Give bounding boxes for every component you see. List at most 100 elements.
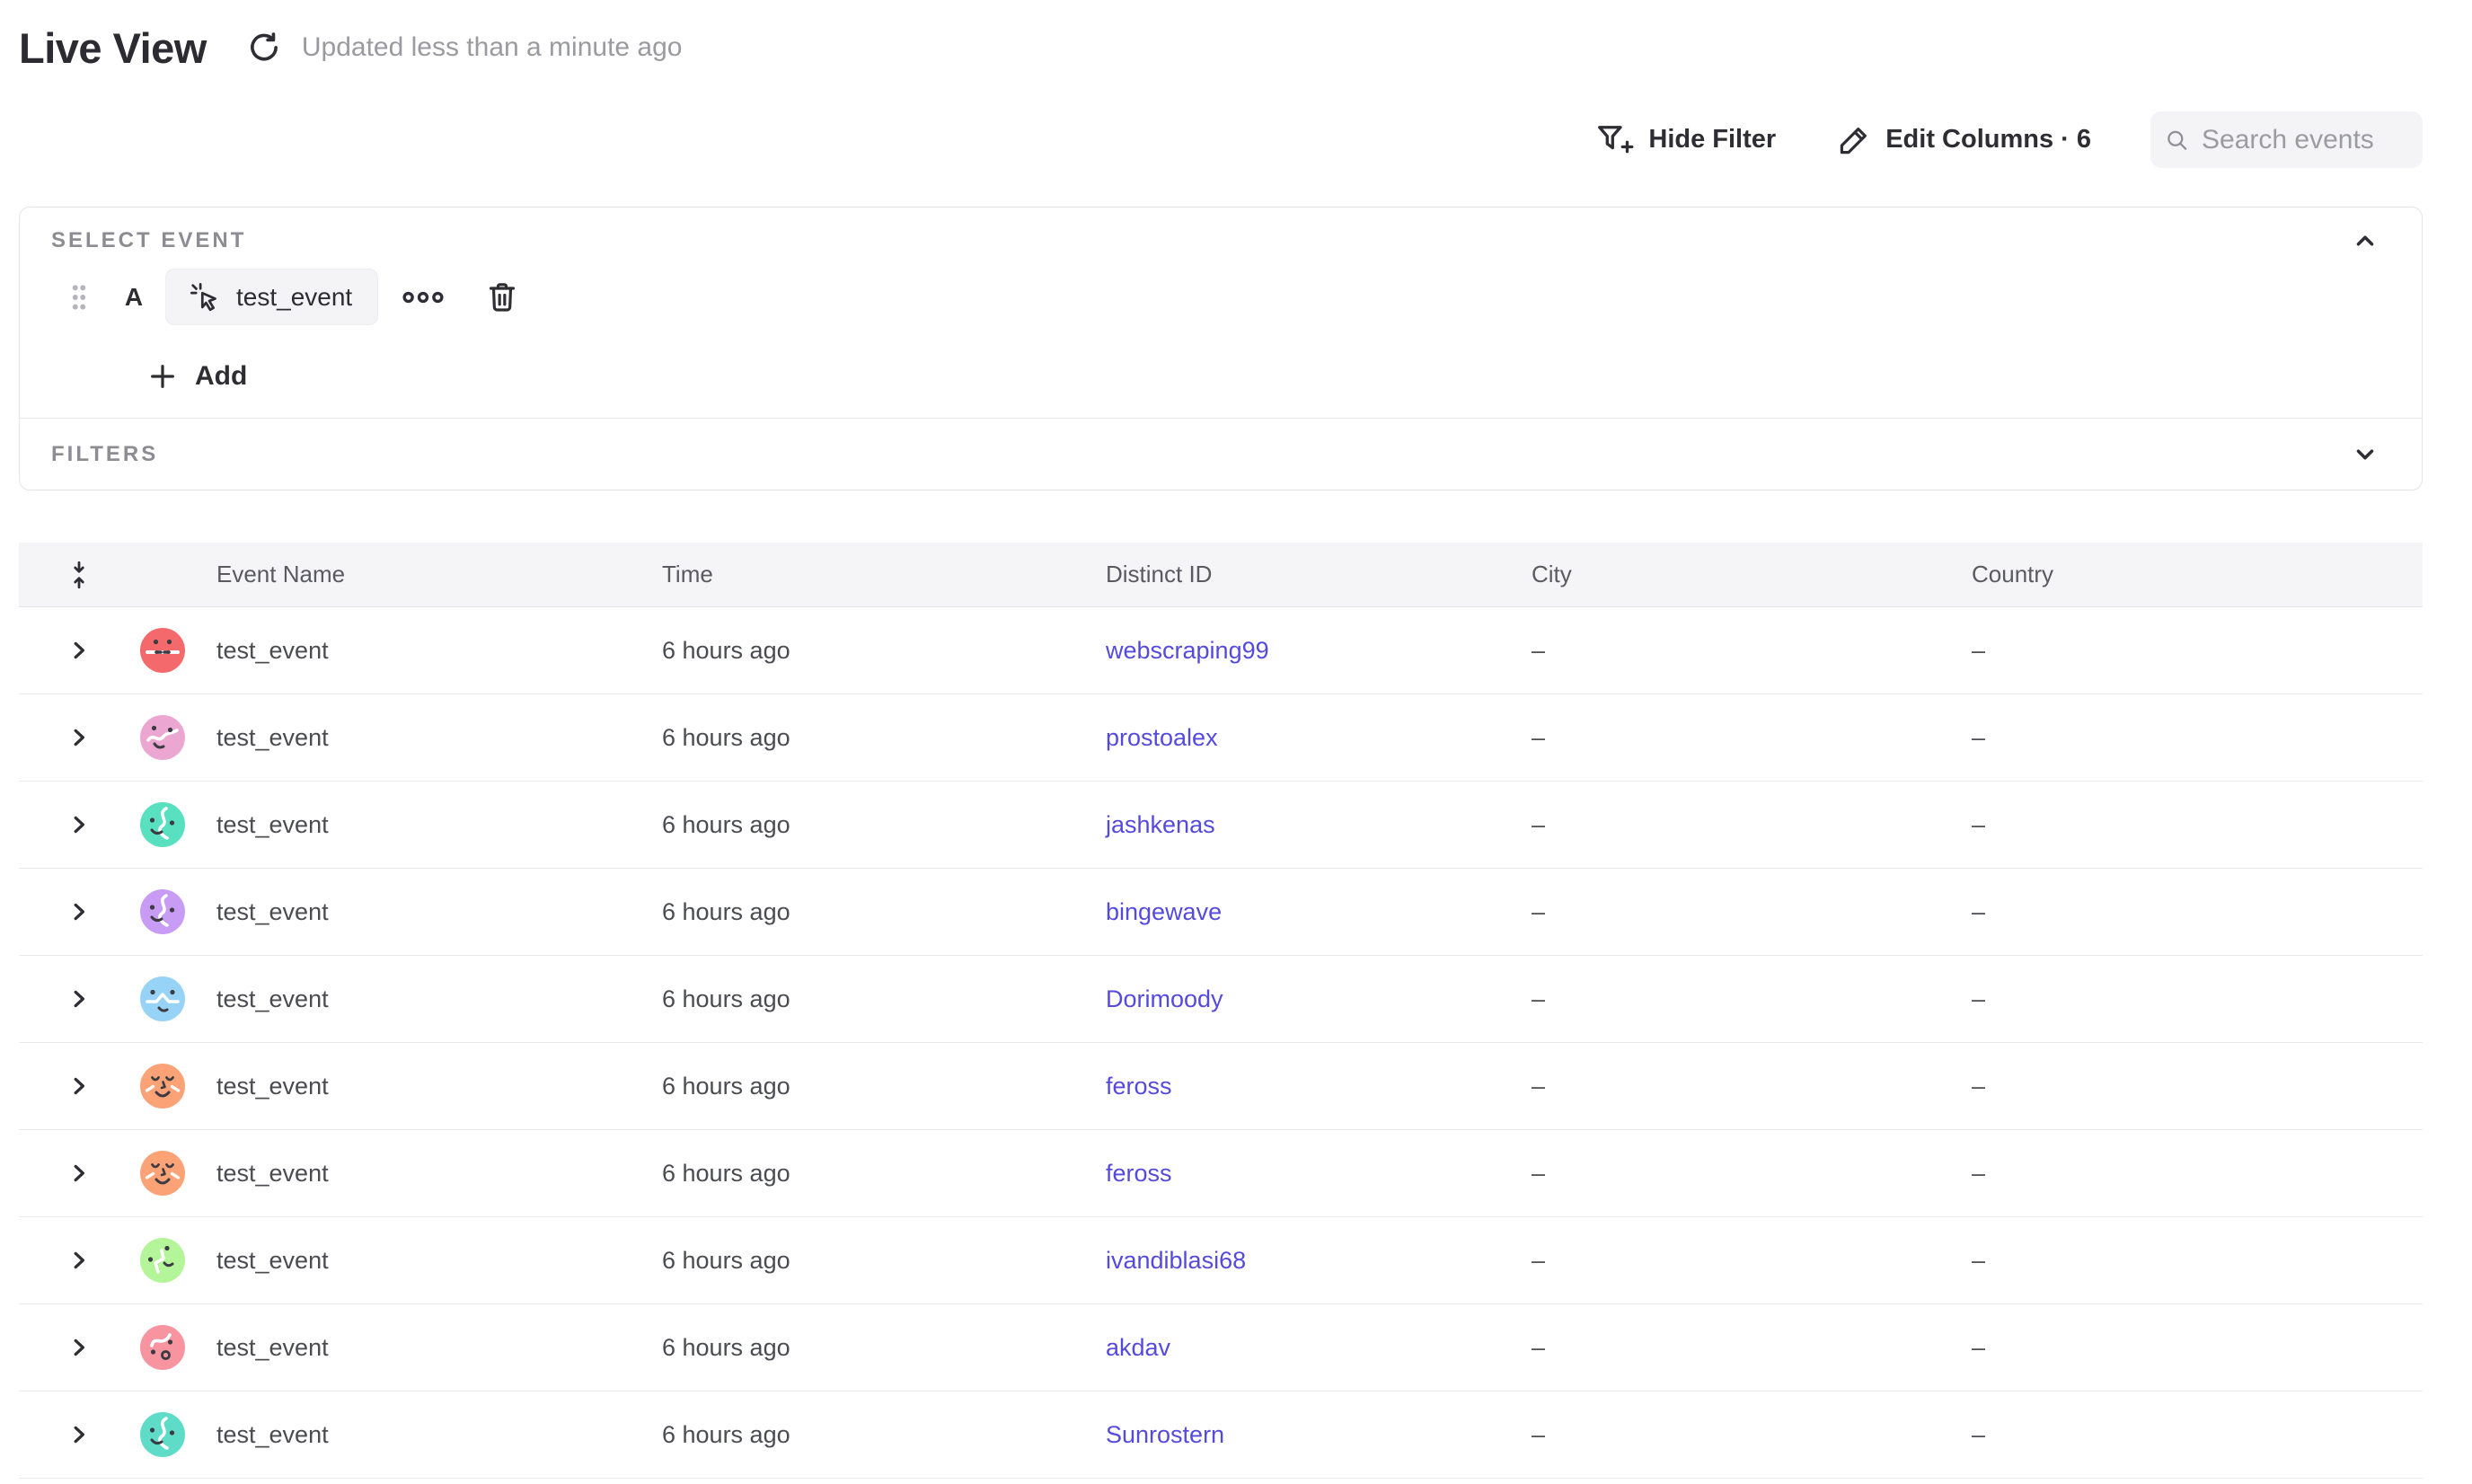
refresh-button[interactable] [244,28,284,67]
cell-time: 6 hours ago [662,811,1106,839]
table-row[interactable]: test_event 6 hours ago Dorimoody – – [19,956,2423,1043]
delete-event-button[interactable] [484,279,520,315]
collapse-section-button[interactable] [2352,227,2379,254]
chevron-right-icon [67,813,91,836]
chevron-right-icon [67,1249,91,1272]
chevron-right-icon [67,1074,91,1098]
col-city: City [1532,561,1972,588]
distinct-id-link[interactable]: prostoalex [1106,724,1218,751]
expand-row-button[interactable] [67,1074,91,1098]
cell-city: – [1532,1073,1972,1100]
table-row[interactable]: test_event 6 hours ago feross – – [19,1130,2423,1217]
search-input[interactable] [2202,125,2408,155]
more-dots-icon [402,290,445,305]
expand-row-button[interactable] [67,813,91,836]
add-event-button[interactable]: Add [148,361,247,392]
chevron-right-icon [67,900,91,923]
distinct-id-link[interactable]: feross [1106,1073,1172,1100]
cell-country: – [1972,1073,2423,1100]
page-title: Live View [19,23,207,73]
expand-row-button[interactable] [67,987,91,1011]
drag-handle[interactable] [68,282,90,313]
expand-filters-button[interactable] [2352,441,2379,468]
cell-time: 6 hours ago [662,1160,1106,1188]
cell-city: – [1532,1334,1972,1362]
search-box[interactable] [2150,111,2423,168]
cell-country: – [1972,1160,2423,1188]
expand-row-button[interactable] [67,1336,91,1359]
collapse-all-cell[interactable] [19,560,118,590]
expand-row-button[interactable] [67,900,91,923]
col-event-name: Event Name [216,561,662,588]
expand-row-button[interactable] [67,639,91,662]
edit-columns-label: Edit Columns · 6 [1885,125,2091,155]
table-row[interactable]: test_event 6 hours ago jashkenas – – [19,782,2423,869]
hide-filter-label: Hide Filter [1648,125,1776,155]
avatar-face-icon [140,1325,185,1370]
expand-row-button[interactable] [67,1423,91,1446]
avatar [140,889,185,934]
event-chip[interactable]: test_event [165,269,378,325]
event-more-button[interactable] [402,290,445,305]
pencil-icon [1837,123,1871,157]
avatar [140,1151,185,1196]
distinct-id-link[interactable]: ivandiblasi68 [1106,1247,1246,1274]
title-row: Live View Updated less than a minute ago [19,20,2423,75]
avatar-face-icon [140,1412,185,1457]
cell-event-name: test_event [216,898,662,926]
chevron-right-icon [67,1336,91,1359]
table-row[interactable]: test_event 6 hours ago akdav – – [19,1304,2423,1391]
cell-country: – [1972,898,2423,926]
cell-event-name: test_event [216,724,662,752]
avatar [140,802,185,847]
chevron-down-icon [2352,441,2379,468]
distinct-id-link[interactable]: bingewave [1106,898,1222,925]
cell-city: – [1532,811,1972,839]
expand-row-button[interactable] [67,726,91,749]
cell-country: – [1972,811,2423,839]
cell-city: – [1532,1247,1972,1275]
cell-event-name: test_event [216,637,662,665]
cell-country: – [1972,637,2423,665]
cell-city: – [1532,637,1972,665]
table-row[interactable]: test_event 6 hours ago Sunrostern – – [19,1391,2423,1479]
expand-row-button[interactable] [67,1162,91,1185]
table-row[interactable]: test_event 6 hours ago ivandiblasi68 – – [19,1217,2423,1304]
hide-filter-button[interactable]: Hide Filter [1596,124,1776,156]
distinct-id-link[interactable]: Sunrostern [1106,1421,1224,1448]
cell-city: – [1532,1160,1972,1188]
distinct-id-link[interactable]: Dorimoody [1106,985,1223,1012]
table-row[interactable]: test_event 6 hours ago bingewave – – [19,869,2423,956]
select-event-label: SELECT EVENT [51,228,246,253]
add-row: Add [51,361,2379,392]
chevron-right-icon [67,987,91,1011]
table-row[interactable]: test_event 6 hours ago prostoalex – – [19,694,2423,782]
filters-label: FILTERS [51,442,158,467]
events-table: Event Name Time Distinct ID City Country… [19,543,2423,1479]
edit-columns-button[interactable]: Edit Columns · 6 [1837,123,2091,157]
cell-time: 6 hours ago [662,724,1106,752]
table-row[interactable]: test_event 6 hours ago webscraping99 – – [19,607,2423,694]
table-body: test_event 6 hours ago webscraping99 – –… [19,607,2423,1479]
series-letter: A [122,283,146,312]
add-label: Add [195,361,247,392]
avatar-face-icon [140,715,185,760]
expand-row-button[interactable] [67,1249,91,1272]
chevron-right-icon [67,726,91,749]
avatar [140,1412,185,1457]
drag-handle-icon [68,282,90,313]
cell-event-name: test_event [216,811,662,839]
avatar-face-icon [140,802,185,847]
distinct-id-link[interactable]: feross [1106,1160,1172,1187]
distinct-id-link[interactable]: jashkenas [1106,811,1215,838]
avatar-face-icon [140,1238,185,1283]
distinct-id-link[interactable]: webscraping99 [1106,637,1269,664]
event-row: A test_event [51,269,2379,325]
table-row[interactable]: test_event 6 hours ago feross – – [19,1043,2423,1130]
cell-event-name: test_event [216,985,662,1013]
filters-section: FILTERS [20,418,2422,490]
distinct-id-link[interactable]: akdav [1106,1334,1170,1361]
col-time: Time [662,561,1106,588]
table-header-row: Event Name Time Distinct ID City Country [19,543,2423,607]
cell-country: – [1972,1421,2423,1449]
